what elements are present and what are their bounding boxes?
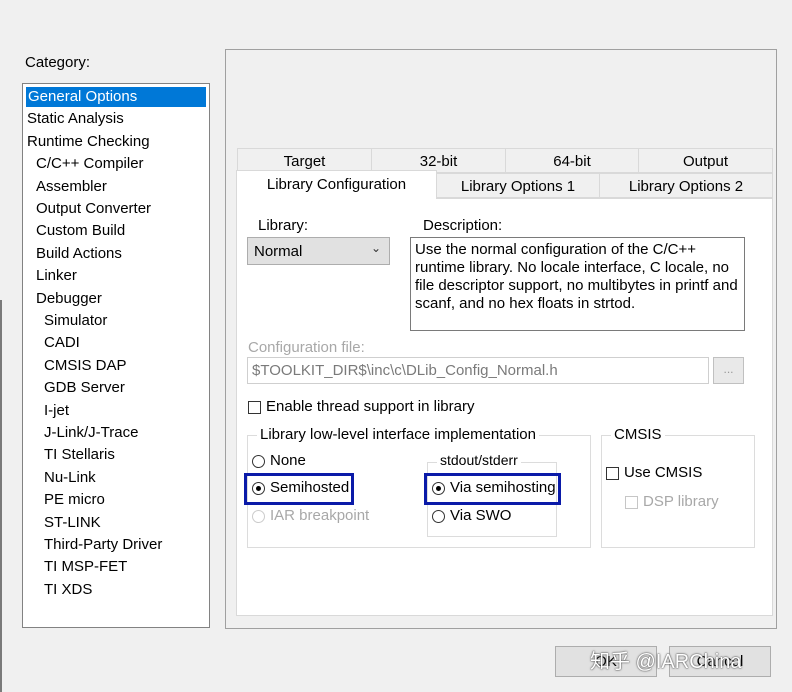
thread-support-label: Enable thread support in library: [266, 398, 475, 415]
stdout-group-title: stdout/stderr: [437, 452, 521, 468]
tab-64-bit[interactable]: 64-bit: [505, 148, 639, 173]
lowlevel-group-title: Library low-level interface implementati…: [257, 426, 539, 443]
radio-none[interactable]: [252, 455, 265, 468]
dsp-library-checkbox[interactable]: [625, 496, 638, 509]
tab-output[interactable]: Output: [638, 148, 773, 173]
window-edge: [0, 300, 2, 692]
highlight-box-semihosted: [244, 473, 354, 505]
cmsis-group-title: CMSIS: [611, 426, 665, 443]
category-item[interactable]: Debugger: [36, 289, 102, 309]
category-item[interactable]: ST-LINK: [44, 513, 101, 533]
config-file-browse-button[interactable]: ...: [713, 357, 744, 384]
category-item[interactable]: PE micro: [44, 490, 105, 510]
category-item[interactable]: C/C++ Compiler: [36, 154, 144, 174]
category-item[interactable]: I-jet: [44, 401, 69, 421]
library-select-value: Normal: [254, 243, 303, 260]
category-item[interactable]: General Options: [26, 87, 206, 107]
library-select[interactable]: Normal ⌄: [247, 237, 390, 265]
watermark: 知乎 @IARChina: [590, 651, 742, 673]
radio-iar-breakpoint-label: IAR breakpoint: [270, 507, 370, 524]
use-cmsis-checkbox[interactable]: [606, 467, 619, 480]
use-cmsis-label: Use CMSIS: [624, 464, 703, 481]
category-item[interactable]: TI MSP-FET: [44, 557, 127, 577]
category-item[interactable]: Custom Build: [36, 221, 125, 241]
category-item[interactable]: CADI: [44, 333, 80, 353]
description-label: Description:: [423, 217, 503, 234]
radio-none-label: None: [270, 452, 306, 469]
category-item[interactable]: TI XDS: [44, 580, 92, 600]
category-item[interactable]: Assembler: [36, 177, 107, 197]
radio-via-swo-label: Via SWO: [450, 507, 512, 524]
highlight-box-via-semihosting: [424, 473, 561, 505]
radio-via-swo[interactable]: [432, 510, 445, 523]
description-text: Use the normal configuration of the C/C+…: [410, 237, 745, 331]
tab-library-options-2[interactable]: Library Options 2: [599, 173, 773, 198]
category-item[interactable]: Static Analysis: [27, 109, 124, 129]
thread-support-checkbox[interactable]: [248, 401, 261, 414]
category-item[interactable]: Output Converter: [36, 199, 151, 219]
category-item[interactable]: CMSIS DAP: [44, 356, 127, 376]
config-file-label: Configuration file:: [248, 339, 365, 356]
category-item[interactable]: GDB Server: [44, 378, 125, 398]
category-item[interactable]: Nu-Link: [44, 468, 96, 488]
category-label: Category:: [25, 54, 91, 71]
chevron-down-icon: ⌄: [370, 241, 381, 255]
config-file-input[interactable]: $TOOLKIT_DIR$\inc\c\DLib_Config_Normal.h: [247, 357, 709, 384]
category-item[interactable]: Third-Party Driver: [44, 535, 162, 555]
category-list[interactable]: General Options Static Analysis Runtime Ch…: [22, 83, 210, 628]
dsp-library-label: DSP library: [643, 493, 719, 510]
library-label: Library:: [258, 217, 309, 234]
cmsis-group: [601, 435, 755, 548]
category-item[interactable]: J-Link/J-Trace: [44, 423, 138, 443]
radio-iar-breakpoint[interactable]: [252, 510, 265, 523]
category-item[interactable]: TI Stellaris: [44, 445, 115, 465]
tab-library-configuration[interactable]: Library Configuration: [236, 170, 437, 199]
category-item[interactable]: Runtime Checking: [27, 132, 150, 152]
category-item[interactable]: Build Actions: [36, 244, 122, 264]
tab-library-options-1[interactable]: Library Options 1: [436, 173, 600, 198]
category-item[interactable]: Simulator: [44, 311, 107, 331]
category-item[interactable]: Linker: [36, 266, 77, 286]
